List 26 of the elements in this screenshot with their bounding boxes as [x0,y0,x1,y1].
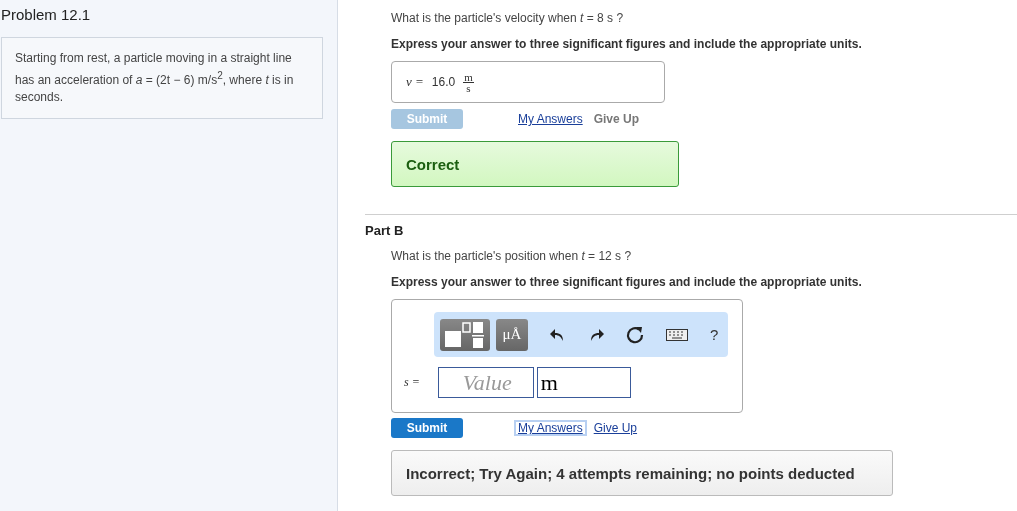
reset-icon[interactable] [626,325,644,344]
units-button[interactable]: μÅ [496,318,528,351]
instruction-text: Express your answer to three significant figures and include the appropriate units. [391,37,863,51]
redo-icon[interactable] [588,326,604,343]
feedback-message: Incorrect; Try Again; 4 attempts remaining; no points deducted [391,450,893,496]
value-field[interactable]: Value [437,367,534,398]
template-button[interactable] [440,318,490,351]
instruction-text: Express your answer to three significant figures and include the appropriate units. [391,275,863,289]
keyboard-icon[interactable] [666,328,688,341]
part-heading: Part B [365,223,405,238]
question-text: What is the particle's velocity when t = 8 s ? [391,11,625,25]
variable-label: v = [406,74,424,90]
answer-value: 16.0 [431,75,456,89]
problem-statement: Starting from rest, a particle moving in a straight line has an acceleration of a = (2t − 6) m/s$^{2}$, where t is in seconds. [1,37,323,119]
template-icon [443,320,487,349]
question-text: What is the particle's position when t = 12 s ? [391,249,633,263]
unit-field[interactable]: m [536,367,631,398]
my-answers-link[interactable]: My Answers [515,112,586,126]
help-button[interactable]: ? [710,326,719,343]
feedback-message: Correct [391,141,679,187]
problem-title: Problem 12.1 [0,5,92,23]
my-answers-link[interactable]: My Answers [515,421,586,435]
submit-button[interactable]: Submit [391,418,463,438]
variable-label: s = [404,375,420,390]
give-up-link[interactable]: Give Up [590,421,641,435]
unit-fraction: m s [463,71,474,93]
